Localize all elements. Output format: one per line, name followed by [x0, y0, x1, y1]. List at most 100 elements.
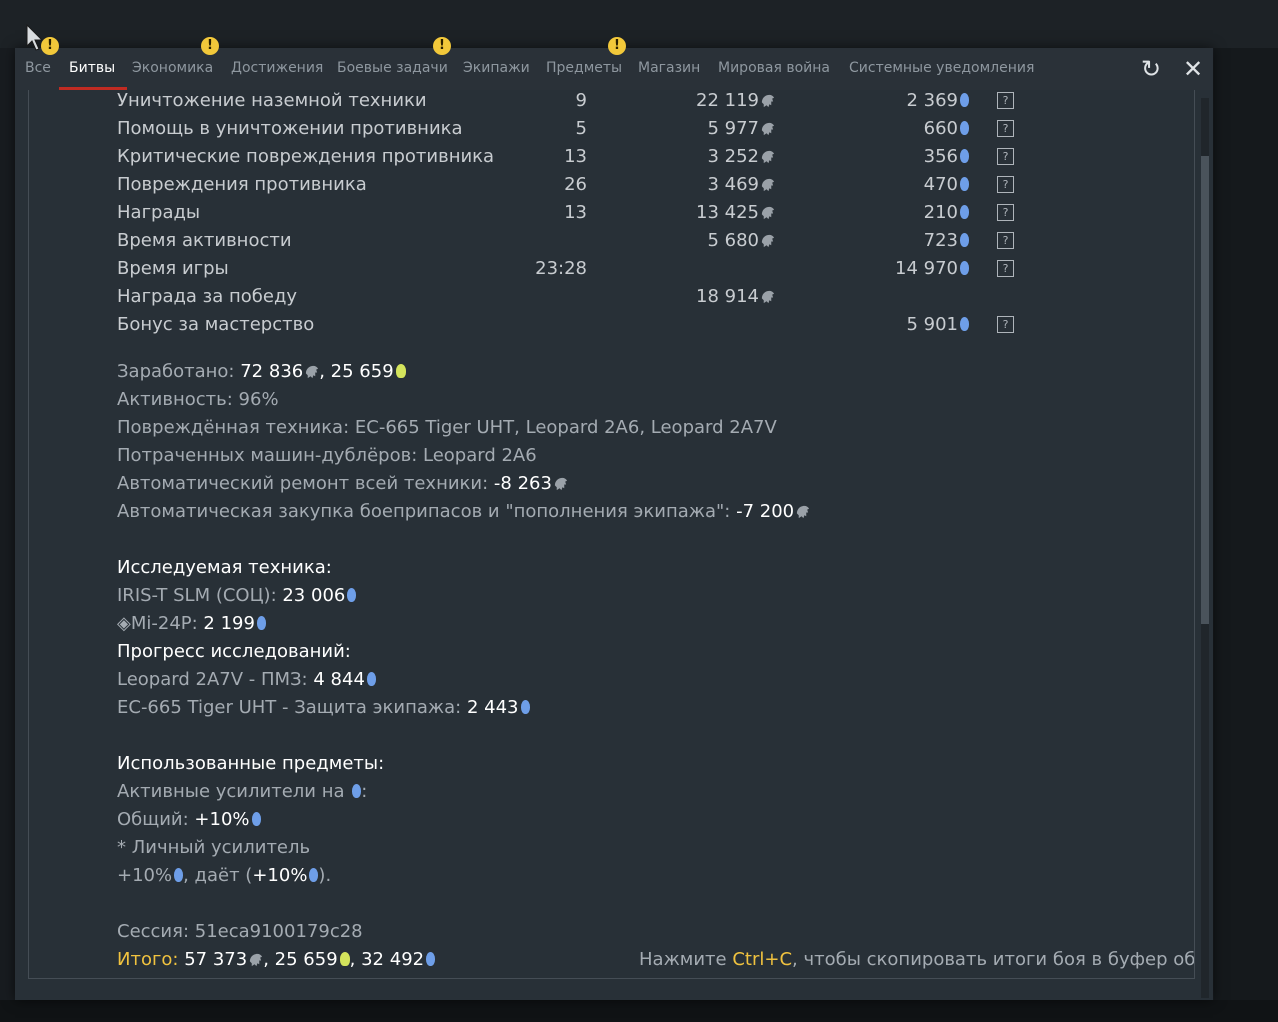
research-points-icon	[960, 149, 969, 163]
tab-label: Достижения	[231, 60, 324, 76]
tab-battles[interactable]: Битвы	[58, 48, 128, 90]
silver-lion-icon	[761, 290, 775, 304]
tab-all[interactable]: ! Все	[25, 37, 59, 90]
info-button[interactable]: ?	[997, 316, 1014, 333]
tab-shop[interactable]: Магазин	[638, 48, 700, 90]
tab-items[interactable]: ! Предметы	[546, 37, 626, 90]
silver-lion-icon	[761, 122, 775, 136]
repair-line: Автоматический ремонт всей техники: -8 2…	[117, 470, 568, 498]
progress-item: EC-665 Tiger UHT - Защита экипажа: 2 443	[117, 694, 530, 722]
silver-lion-icon	[761, 206, 775, 220]
personal-booster-value: +10%, даёт (+10%).	[117, 865, 332, 886]
silver-lion-icon	[761, 94, 775, 108]
background-bottom	[0, 1000, 1278, 1022]
tab-label: Мировая война	[718, 60, 830, 76]
close-icon[interactable]: ✕	[1178, 54, 1208, 84]
research-points-icon	[347, 588, 357, 602]
research-points-icon	[960, 177, 969, 191]
research-points-icon	[352, 784, 362, 798]
research-vehicle: IRIS-T SLM (СОЦ): 23 006	[117, 582, 357, 610]
research-points-icon	[960, 93, 969, 107]
row-label: Награда за победу	[117, 286, 298, 307]
row-label: Критические повреждения противника	[117, 146, 495, 167]
silver-lion-icon	[250, 953, 263, 967]
research-points-icon	[251, 812, 261, 826]
info-button[interactable]: ?	[997, 92, 1014, 109]
row-silver: 5 680	[629, 227, 775, 255]
session-line: Сессия: 51eca9100179c28	[117, 921, 363, 942]
silver-lion-icon	[554, 477, 568, 491]
row-count: 13	[564, 202, 587, 223]
row-count: 23:28	[535, 258, 587, 279]
row-label: Время активности	[117, 230, 292, 251]
row-rp: 5 901	[829, 311, 969, 339]
silver-lion-icon	[761, 150, 775, 164]
damaged-vehicles-line: Повреждённая техника: EC-665 Tiger UHT, …	[117, 417, 777, 438]
row-rp: 356	[829, 143, 969, 171]
tab-label: Экипажи	[463, 60, 530, 76]
info-button[interactable]: ?	[997, 232, 1014, 249]
warning-icon: !	[201, 37, 219, 55]
tab-system-notifications[interactable]: Системные уведомления	[849, 48, 1034, 90]
row-rp: 14 970	[829, 255, 969, 283]
row-label: Бонус за мастерство	[117, 314, 315, 335]
research-points-icon	[520, 700, 530, 714]
background-right	[1214, 48, 1278, 1022]
tab-label: Системные уведомления	[849, 60, 1035, 76]
research-points-icon	[960, 121, 969, 135]
convertible-rp-icon	[395, 364, 406, 378]
items-header: Использованные предметы:	[117, 753, 385, 774]
progress-item: Leopard 2A7V - ПМЗ: 4 844	[117, 666, 376, 694]
row-silver: 5 977	[629, 115, 775, 143]
research-header: Исследуемая техника:	[117, 557, 332, 578]
tab-label: Битвы	[69, 60, 116, 76]
convertible-rp-icon	[339, 952, 350, 966]
row-silver: 18 914	[629, 283, 775, 311]
tab-label: Боевые задачи	[337, 60, 448, 76]
row-label: Помощь в уничтожении противника	[117, 118, 463, 139]
silver-lion-icon	[761, 178, 775, 192]
progress-header: Прогресс исследований:	[117, 641, 351, 662]
boosters-line: Активные усилители на :	[117, 781, 368, 802]
tab-battle-tasks[interactable]: ! Боевые задачи	[337, 37, 451, 90]
scrollbar-thumb[interactable]	[1201, 156, 1209, 624]
research-points-icon	[366, 672, 376, 686]
mouse-cursor-icon	[26, 24, 44, 51]
research-points-icon	[960, 317, 969, 331]
tab-label: Предметы	[546, 60, 623, 76]
refresh-icon[interactable]: ↻	[1136, 54, 1166, 84]
notifications-window: ! Все Битвы ! Экономика Достижения ! Бое…	[15, 37, 1213, 1000]
info-button[interactable]: ?	[997, 204, 1014, 221]
tab-label: Магазин	[638, 60, 701, 76]
tab-world-war[interactable]: Мировая война	[718, 48, 830, 90]
tab-economy[interactable]: ! Экономика	[132, 37, 219, 90]
research-points-icon	[960, 261, 969, 275]
battle-report: Уничтожение наземной техники 9 22 119 2 …	[28, 90, 1195, 979]
info-button[interactable]: ?	[997, 260, 1014, 277]
row-rp: 470	[829, 171, 969, 199]
background-top	[0, 0, 1278, 48]
row-count: 13	[564, 146, 587, 167]
row-label: Повреждения противника	[117, 174, 367, 195]
copy-hint: Нажмите Ctrl+C, чтобы скопировать итоги …	[639, 949, 1195, 970]
ammo-line: Автоматическая закупка боеприпасов и "по…	[117, 498, 810, 526]
tab-achievements[interactable]: Достижения	[231, 48, 323, 90]
silver-lion-icon	[306, 365, 319, 379]
info-button[interactable]: ?	[997, 120, 1014, 137]
info-button[interactable]: ?	[997, 148, 1014, 165]
research-vehicle: ◈Mi-24P: 2 199	[117, 610, 266, 638]
info-button[interactable]: ?	[997, 176, 1014, 193]
tab-crews[interactable]: Экипажи	[463, 48, 530, 90]
row-rp: 210	[829, 199, 969, 227]
silver-lion-icon	[797, 505, 810, 519]
personal-booster-line: * Личный усилитель	[117, 837, 311, 858]
research-points-icon	[960, 233, 969, 247]
row-silver: 13 425	[629, 199, 775, 227]
silver-lion-icon	[761, 234, 775, 248]
warning-icon: !	[433, 37, 451, 55]
activity-line: Активность: 96%	[117, 389, 279, 410]
warning-icon: !	[608, 37, 626, 55]
tab-label: Все	[25, 60, 51, 76]
research-points-icon	[960, 205, 969, 219]
total-line: Итого: 57 373, 25 659, 32 492	[117, 946, 436, 974]
